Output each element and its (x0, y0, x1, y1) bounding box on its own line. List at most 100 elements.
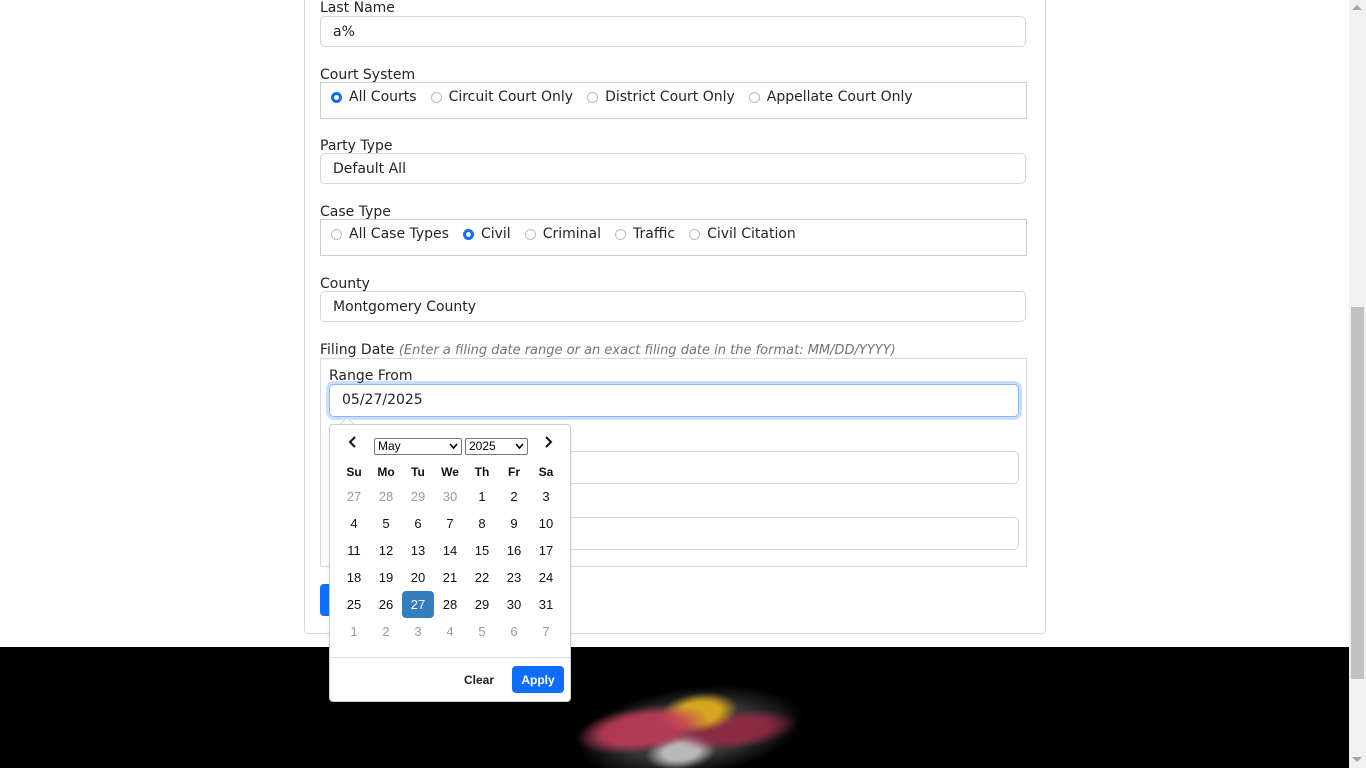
calendar-day[interactable]: 21 (434, 564, 466, 591)
calendar-day[interactable]: 24 (530, 564, 562, 591)
filing-date-hint: (Enter a filing date range or an exact f… (398, 343, 896, 358)
filing-date-title: Filing Date (320, 342, 395, 358)
range-from-input[interactable]: 05/27/2025 (329, 384, 1019, 417)
calendar-day-outside-month[interactable]: 4 (434, 618, 466, 645)
chevron-left-icon[interactable] (343, 435, 363, 455)
last-name-input[interactable]: a% (320, 16, 1026, 47)
case-type-label: Case Type (320, 204, 391, 220)
calendar-day[interactable]: 7 (434, 510, 466, 537)
calendar-day[interactable]: 26 (370, 591, 402, 618)
court-system-option[interactable]: Appellate Court Only (748, 89, 913, 105)
court-system-option-label: Appellate Court Only (766, 89, 913, 105)
court-system-option[interactable]: All Courts (331, 89, 417, 105)
chevron-right-icon[interactable] (538, 435, 558, 455)
calendar-day[interactable]: 11 (338, 537, 370, 564)
calendar-day[interactable]: 18 (338, 564, 370, 591)
case-type-option-label: Traffic (633, 226, 676, 242)
weekday-header: We (441, 465, 459, 479)
datepicker-footer-divider (330, 657, 570, 658)
calendar-day[interactable]: 31 (530, 591, 562, 618)
calendar-grid: Su Mo Tu We Th Fr Sa 27 28 29 30 1 2 3 4 5 6 7 8 9 10 11 12 13 1… (338, 461, 562, 645)
calendar-day[interactable]: 20 (402, 564, 434, 591)
calendar-day-outside-month[interactable]: 7 (530, 618, 562, 645)
calendar-day[interactable]: 10 (530, 510, 562, 537)
court-system-radio[interactable] (430, 91, 442, 103)
court-system-radio[interactable] (587, 91, 599, 103)
court-system-radio[interactable] (331, 91, 342, 103)
party-type-select[interactable]: Default All (320, 153, 1026, 184)
county-label: County (320, 276, 370, 292)
court-system-radio[interactable] (748, 91, 760, 103)
chevron-down-icon (515, 439, 524, 458)
weekday-header: Sa (538, 465, 554, 479)
calendar-day-outside-month[interactable]: 29 (402, 483, 434, 510)
calendar-day[interactable]: 25 (338, 591, 370, 618)
calendar-day[interactable]: 9 (498, 510, 530, 537)
apply-button[interactable]: Apply (512, 666, 564, 693)
case-type-option[interactable]: All Case Types (331, 226, 449, 242)
case-type-option[interactable]: Civil (462, 226, 511, 242)
clear-button[interactable]: Clear (458, 669, 500, 691)
calendar-day[interactable]: 28 (434, 591, 466, 618)
weekday-header: Tu (411, 465, 425, 479)
court-system-option-label: Circuit Court Only (448, 89, 574, 105)
scroll-up-arrow-icon[interactable] (1352, 5, 1362, 10)
calendar-day[interactable]: 8 (466, 510, 498, 537)
court-system-option[interactable]: District Court Only (587, 89, 735, 105)
case-type-radio[interactable] (615, 228, 626, 240)
weekday-header: Fr (508, 465, 520, 479)
calendar-day[interactable]: 15 (466, 537, 498, 564)
case-type-option-label: All Case Types (349, 226, 449, 242)
month-select[interactable]: May (374, 438, 462, 455)
scrollbar-thumb[interactable] (1351, 307, 1364, 679)
calendar-day[interactable]: 3 (530, 483, 562, 510)
calendar-day[interactable]: 30 (498, 591, 530, 618)
weekday-header: Th (474, 465, 490, 479)
case-type-option-label: Civil (480, 226, 511, 242)
case-type-radio[interactable] (462, 228, 474, 240)
calendar-day[interactable]: 2 (498, 483, 530, 510)
calendar-day[interactable]: 16 (498, 537, 530, 564)
calendar-day-outside-month[interactable]: 5 (466, 618, 498, 645)
calendar-day-outside-month[interactable]: 6 (498, 618, 530, 645)
calendar-day-outside-month[interactable]: 2 (370, 618, 402, 645)
case-type-option[interactable]: Civil Citation (689, 226, 796, 242)
case-type-radio[interactable] (524, 228, 536, 240)
scroll-down-arrow-icon[interactable] (1352, 757, 1362, 762)
court-system-option[interactable]: Circuit Court Only (430, 89, 574, 105)
case-type-option-label: Criminal (542, 226, 601, 242)
calendar-day[interactable]: 12 (370, 537, 402, 564)
case-type-option[interactable]: Traffic (615, 226, 675, 242)
calendar-day[interactable]: 13 (402, 537, 434, 564)
year-select-value: 2025 (469, 439, 496, 453)
calendar-day[interactable]: 14 (434, 537, 466, 564)
court-system-option-label: District Court Only (605, 89, 735, 105)
case-type-radio[interactable] (331, 228, 342, 240)
calendar-day[interactable]: 22 (466, 564, 498, 591)
case-type-option[interactable]: Criminal (524, 226, 601, 242)
county-select[interactable]: Montgomery County (320, 291, 1026, 322)
year-select[interactable]: 2025 (465, 438, 528, 455)
calendar-day[interactable]: 6 (402, 510, 434, 537)
calendar-day-outside-month[interactable]: 3 (402, 618, 434, 645)
calendar-day[interactable]: 19 (370, 564, 402, 591)
calendar-day-outside-month[interactable]: 1 (338, 618, 370, 645)
calendar-day-selected[interactable]: 27 (402, 591, 434, 618)
calendar-day-outside-month[interactable]: 30 (434, 483, 466, 510)
month-select-value: May (378, 439, 401, 453)
party-type-label: Party Type (320, 138, 393, 154)
calendar-day[interactable]: 1 (466, 483, 498, 510)
case-type-option-label: Civil Citation (707, 226, 796, 242)
calendar-day[interactable]: 29 (466, 591, 498, 618)
page: Last Name a% Court System All Courts Circ… (0, 0, 1349, 768)
case-type-radio[interactable] (689, 228, 701, 240)
calendar-day-outside-month[interactable]: 27 (338, 483, 370, 510)
calendar-day[interactable]: 17 (530, 537, 562, 564)
case-type-group: All Case Types Civil Criminal Traffic Civil … (320, 219, 1027, 256)
footer (0, 647, 1349, 768)
calendar-day[interactable]: 4 (338, 510, 370, 537)
court-system-group: All Courts Circuit Court Only District Cou… (320, 82, 1027, 119)
calendar-day-outside-month[interactable]: 28 (370, 483, 402, 510)
calendar-day[interactable]: 5 (370, 510, 402, 537)
calendar-day[interactable]: 23 (498, 564, 530, 591)
